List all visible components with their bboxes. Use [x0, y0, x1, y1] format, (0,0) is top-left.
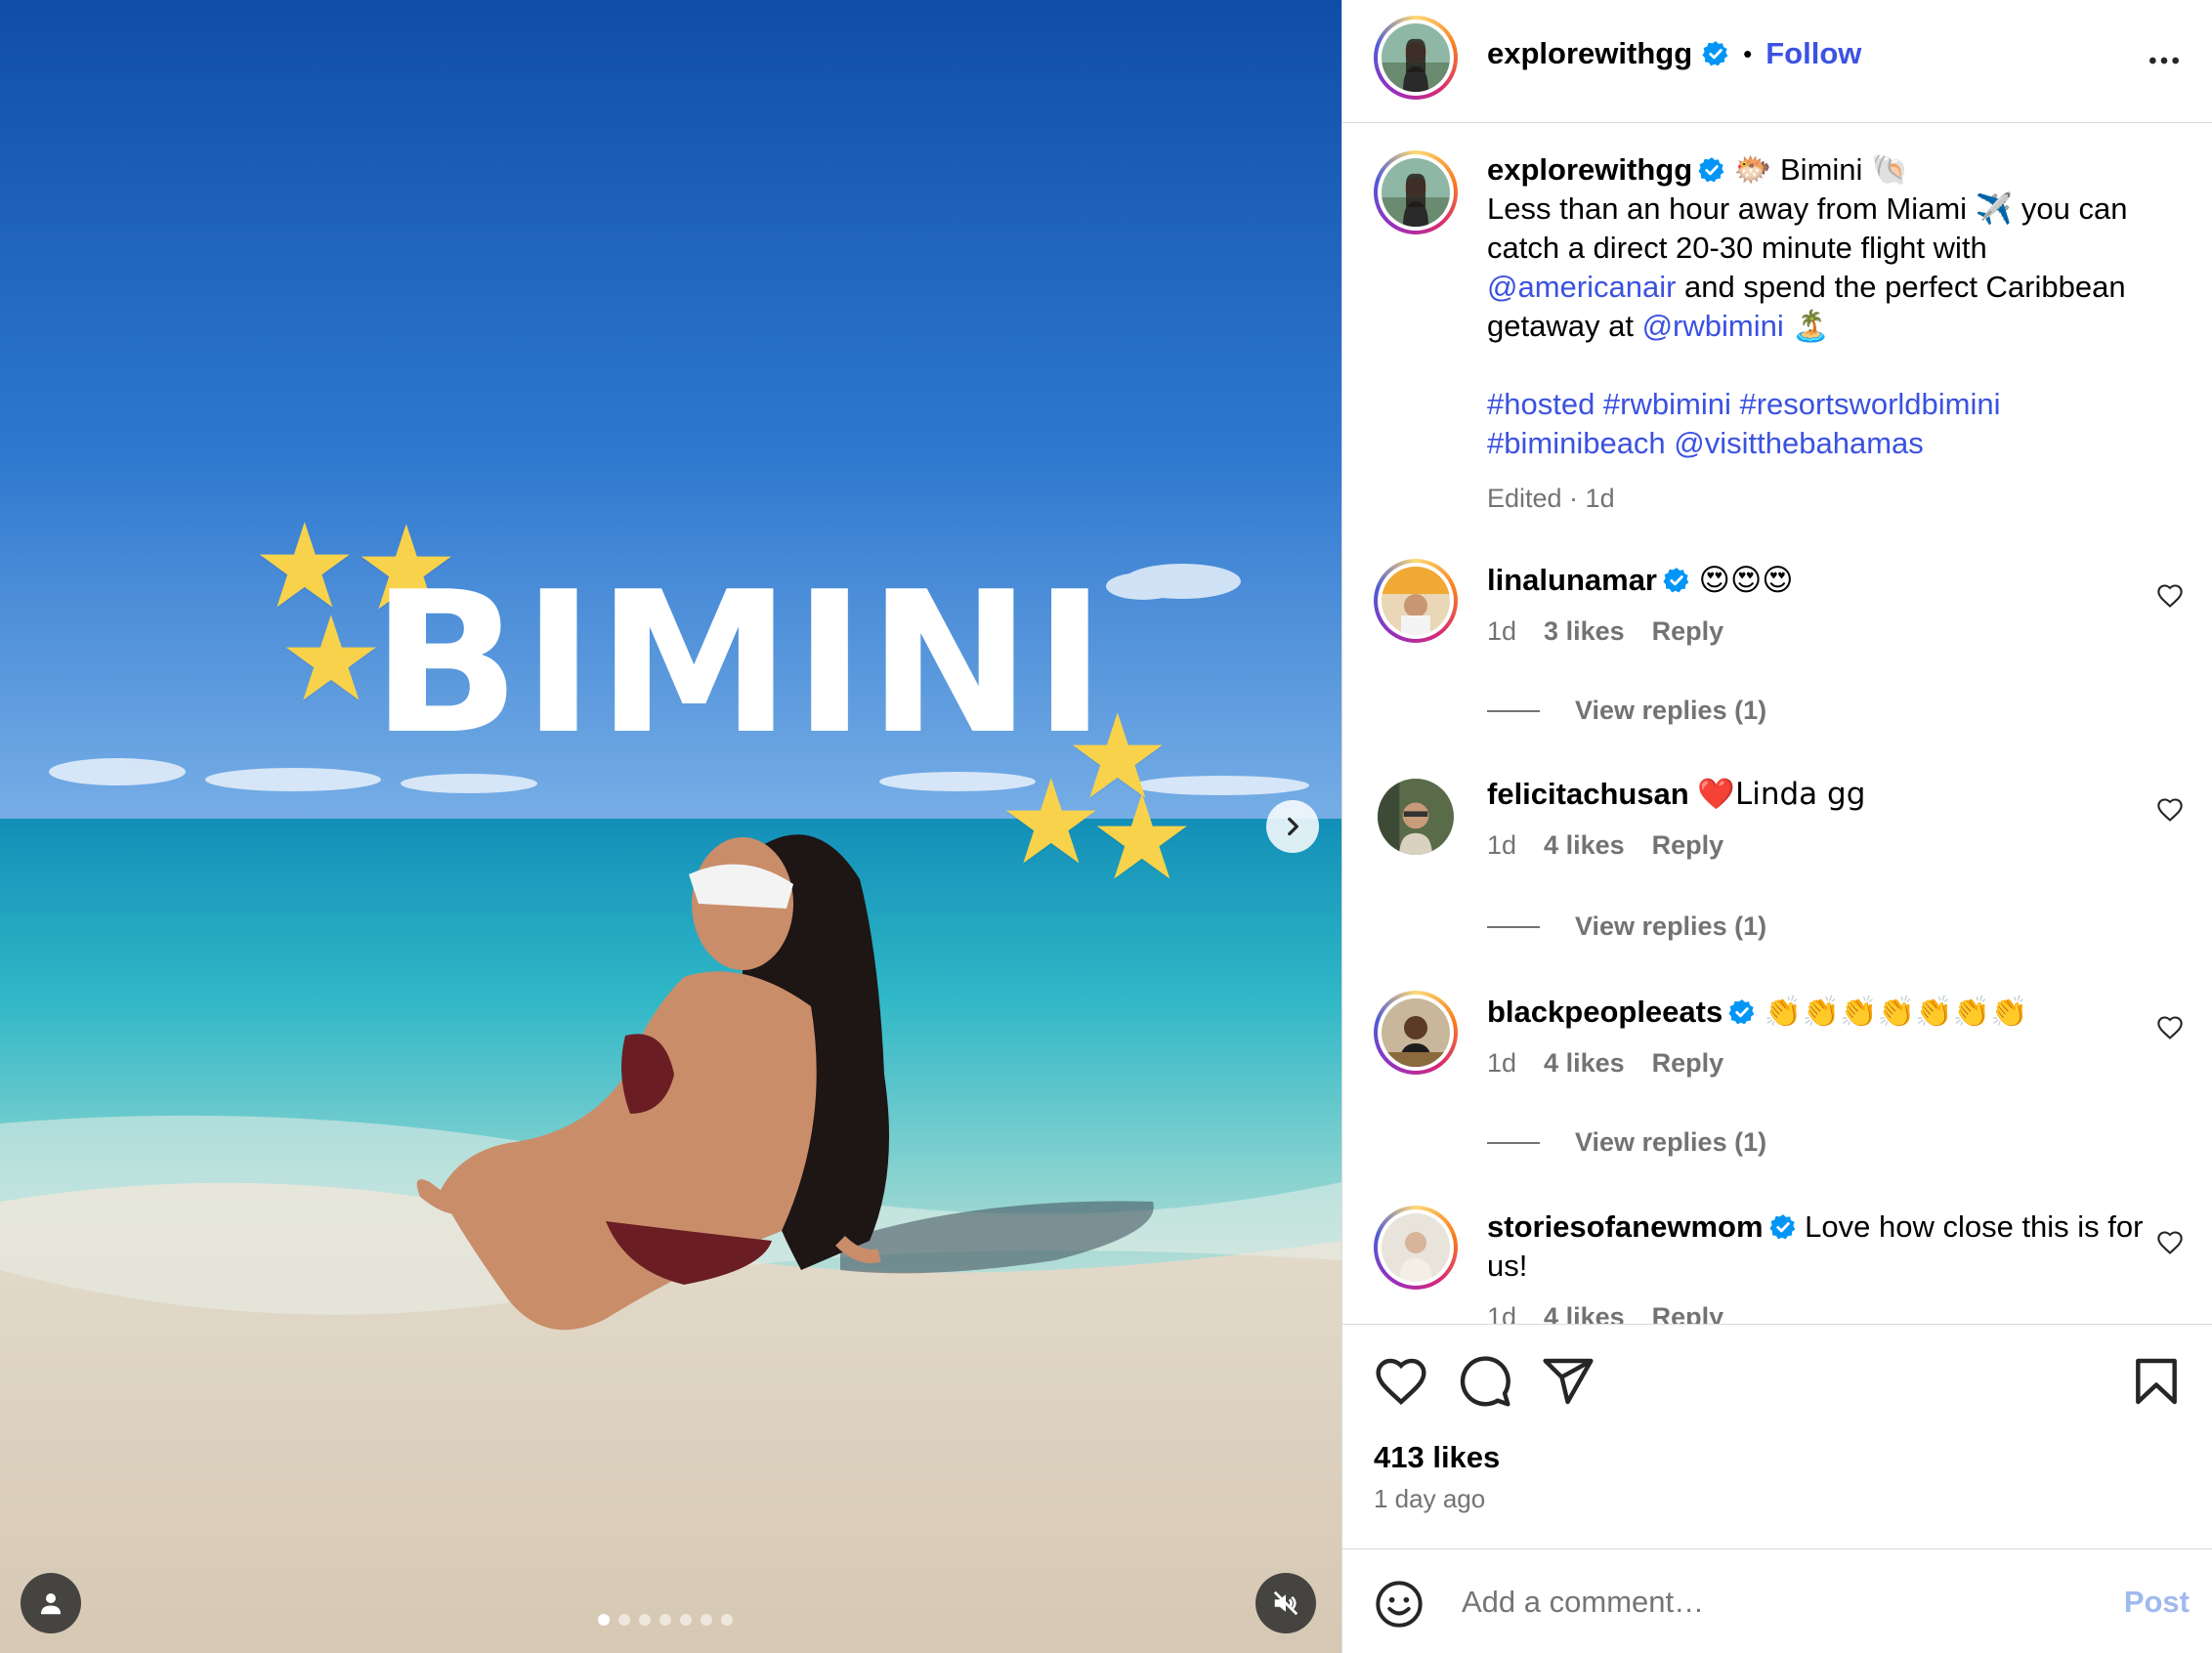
replies-line — [1487, 925, 1540, 928]
hashtags-line-1[interactable]: #hosted #rwbimini #resortsworldbimini — [1487, 387, 2001, 421]
overlay-star: ★ — [278, 594, 384, 725]
comment-text: ❤️Linda gg — [1697, 777, 1866, 812]
comment-likes[interactable]: 3 likes — [1544, 612, 1625, 651]
overlay-title: BIMINI — [371, 550, 1109, 778]
emoji-icon[interactable] — [1374, 1579, 1425, 1630]
more-horizontal-icon[interactable] — [2145, 41, 2184, 80]
carousel-dot — [701, 1614, 712, 1626]
caption-text: explorewithgg 🐡 Bimini 🐚 Less than an ho… — [1487, 150, 2151, 518]
likes-count[interactable]: 413 likes — [1374, 1440, 1500, 1475]
verified-badge-icon — [1663, 568, 1689, 593]
comment-username[interactable]: felicitachusan — [1487, 777, 1689, 811]
overlay-star: ★ — [999, 757, 1104, 888]
share-icon[interactable] — [1541, 1354, 1595, 1409]
carousel-dot — [598, 1614, 610, 1626]
author-username[interactable]: explorewithgg — [1487, 36, 1692, 71]
airplane-emoji: ✈️ — [1975, 191, 2014, 227]
mention-link[interactable]: @rwbimini — [1642, 309, 1784, 343]
post-header: explorewithgg • Follow — [1342, 0, 2212, 123]
tagged-users-button[interactable] — [21, 1573, 81, 1633]
author-avatar[interactable] — [1374, 16, 1458, 100]
view-replies-button[interactable]: View replies (1) — [1487, 696, 1766, 726]
post-actions: 413 likes 1 day ago — [1342, 1324, 2212, 1548]
post-dialog: ★ ★ ★ ★ ★ ★ BIMINI explorewithgg • Follo… — [0, 0, 2212, 1653]
island-emoji: 🏝️ — [1792, 309, 1830, 344]
comment-reply-button[interactable]: Reply — [1652, 1297, 1724, 1324]
comment-username[interactable]: storiesofanewmom — [1487, 1209, 1764, 1244]
commenter-avatar[interactable] — [1374, 1206, 1458, 1290]
verified-badge-icon — [1702, 41, 1728, 66]
comment-likes[interactable]: 4 likes — [1544, 1043, 1625, 1082]
view-replies-button[interactable]: View replies (1) — [1487, 911, 1766, 942]
heart-icon[interactable] — [2156, 1014, 2184, 1041]
carousel-dot — [659, 1614, 671, 1626]
comment-reply-button[interactable]: Reply — [1652, 1043, 1724, 1082]
post-timestamp[interactable]: 1 day ago — [1374, 1484, 1485, 1514]
caption-title: Bimini — [1780, 152, 1863, 187]
audio-toggle-button[interactable] — [1255, 1573, 1316, 1633]
verified-badge-icon — [1698, 157, 1724, 183]
view-replies-button[interactable]: View replies (1) — [1487, 1127, 1766, 1158]
caption-username[interactable]: explorewithgg — [1487, 152, 1692, 187]
heart-icon[interactable] — [2156, 582, 2184, 610]
commenter-avatar[interactable] — [1374, 991, 1458, 1075]
comment-text: 👏👏👏👏👏👏👏 — [1764, 995, 2029, 1030]
replies-line — [1487, 709, 1540, 712]
comment-time: 1d — [1487, 830, 1517, 860]
replies-line — [1487, 1141, 1540, 1144]
commenter-avatar[interactable] — [1378, 779, 1454, 855]
hashtags-line-2[interactable]: #biminibeach @visitthebahamas — [1487, 426, 1924, 460]
comment-reply-button[interactable]: Reply — [1652, 826, 1724, 865]
carousel-dot — [639, 1614, 651, 1626]
post-side-panel: explorewithgg • Follow explorewithgg 🐡 B… — [1341, 0, 2212, 1653]
view-replies-label: View replies (1) — [1575, 696, 1767, 725]
view-replies-label: View replies (1) — [1575, 911, 1767, 941]
bookmark-icon[interactable] — [2129, 1354, 2184, 1409]
comment-likes[interactable]: 4 likes — [1544, 826, 1625, 865]
comment-input[interactable] — [1462, 1585, 2048, 1620]
heart-icon[interactable] — [1374, 1354, 1428, 1409]
chevron-right-icon — [1288, 817, 1298, 836]
caption-avatar[interactable] — [1374, 150, 1458, 234]
heart-icon[interactable] — [2156, 1229, 2184, 1256]
heart-icon[interactable] — [2156, 796, 2184, 824]
comment-time: 1d — [1487, 1302, 1517, 1324]
verified-badge-icon — [1768, 1214, 1795, 1240]
comment-time: 1d — [1487, 616, 1517, 646]
shell-emoji: 🐚 — [1871, 152, 1909, 188]
comment-reply-button[interactable]: Reply — [1652, 612, 1724, 651]
verified-badge-icon — [1728, 999, 1755, 1025]
comments-scroll-area[interactable]: explorewithgg 🐡 Bimini 🐚 Less than an ho… — [1342, 124, 2212, 1324]
carousel-dot — [680, 1614, 692, 1626]
follow-button[interactable]: Follow — [1765, 36, 1861, 71]
view-replies-label: View replies (1) — [1575, 1127, 1767, 1157]
mention-link[interactable]: @americanair — [1487, 270, 1676, 304]
comment-time: 1d — [1487, 1048, 1517, 1078]
carousel-dot — [721, 1614, 733, 1626]
header-separator: • — [1743, 38, 1753, 68]
carousel-next-button[interactable] — [1266, 800, 1319, 853]
user-tag-icon — [41, 1593, 61, 1615]
muted-audio-icon — [1273, 1590, 1298, 1616]
pufferfish-emoji: 🐡 — [1733, 152, 1772, 188]
overlay-star: ★ — [1089, 773, 1195, 904]
carousel-dot — [618, 1614, 630, 1626]
comment-username[interactable]: blackpeopleeats — [1487, 995, 1723, 1029]
caption-body-a: Less than an hour away from Miami — [1487, 191, 1968, 226]
comment-username[interactable]: linalunamar — [1487, 563, 1657, 597]
carousel-indicator — [598, 1614, 733, 1626]
comment-text: 😍😍😍 — [1698, 563, 1794, 598]
post-media[interactable]: ★ ★ ★ ★ ★ ★ BIMINI — [0, 0, 1341, 1653]
commenter-avatar[interactable] — [1374, 559, 1458, 643]
comment-icon[interactable] — [1458, 1354, 1512, 1409]
comment-likes[interactable]: 4 likes — [1544, 1297, 1625, 1324]
post-comment-button[interactable]: Post — [2124, 1585, 2190, 1620]
caption-edited-time: Edited · 1d — [1487, 484, 1615, 513]
comment-composer: Post — [1342, 1548, 2212, 1653]
